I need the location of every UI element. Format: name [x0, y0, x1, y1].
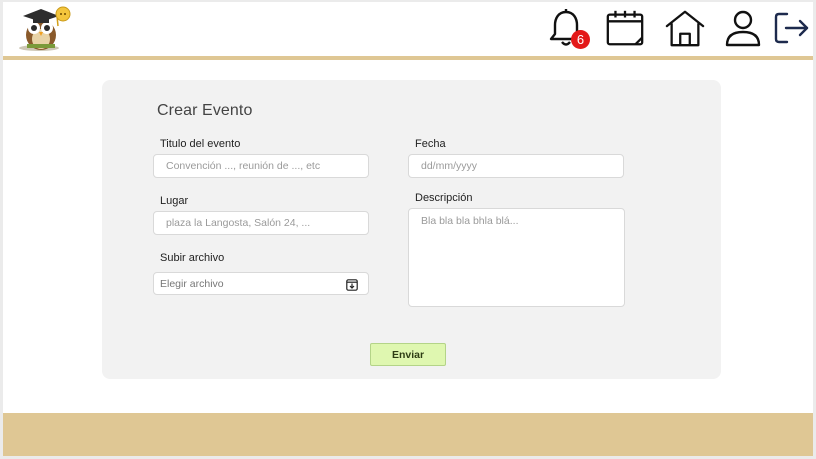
- event-title-label: Titulo del evento: [160, 138, 241, 150]
- place-input[interactable]: [153, 211, 369, 235]
- date-input[interactable]: [408, 154, 624, 178]
- upload-label: Subir archivo: [160, 252, 225, 264]
- logout-icon: [774, 12, 809, 44]
- description-label: Descripción: [415, 192, 473, 204]
- user-icon: [725, 10, 761, 47]
- file-upload-placeholder: Elegir archivo: [160, 278, 224, 290]
- notification-badge: 6: [571, 30, 590, 49]
- event-title-input[interactable]: [153, 154, 369, 178]
- footer-bar: [3, 413, 813, 456]
- file-upload-field[interactable]: Elegir archivo: [153, 272, 369, 295]
- home-icon: [665, 10, 705, 47]
- top-navbar: 6: [3, 2, 813, 60]
- logout-button[interactable]: [771, 7, 813, 49]
- home-button[interactable]: [664, 7, 706, 49]
- submit-button[interactable]: Enviar: [370, 343, 446, 366]
- date-label: Fecha: [415, 138, 446, 150]
- owl-logo-icon[interactable]: [17, 4, 75, 54]
- calendar-button[interactable]: [604, 7, 646, 49]
- description-textarea[interactable]: [408, 208, 625, 307]
- page-title: Crear Evento: [157, 102, 253, 119]
- place-label: Lugar: [160, 195, 189, 207]
- profile-button[interactable]: [722, 7, 764, 49]
- calendar-icon: [606, 10, 644, 46]
- download-box-icon: [346, 278, 358, 296]
